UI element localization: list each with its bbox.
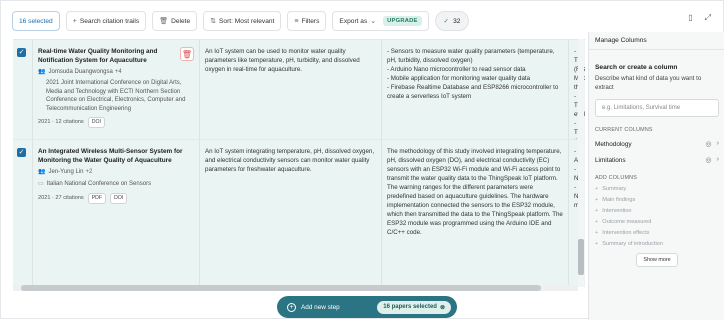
paper-cell: Real-time Water Quality Monitoring and N…: [33, 40, 200, 139]
table-row[interactable]: ✓ An Integrated Wireless Multi-Sensor Sy…: [13, 140, 585, 287]
filter-icon: ≡: [294, 17, 299, 25]
show-more-button[interactable]: Show more: [636, 253, 678, 267]
plus-icon: +: [595, 186, 599, 192]
sort-icon: ⇅: [210, 18, 217, 25]
paper-title[interactable]: An Integrated Wireless Multi-Sensor Syst…: [38, 147, 194, 165]
expand-icon[interactable]: ⤢: [705, 13, 711, 23]
horizontal-scrollbar[interactable]: [13, 285, 578, 291]
trash-icon: 🗑: [159, 18, 169, 25]
window-controls: ▯ ⤢: [688, 13, 711, 23]
row-checkbox[interactable]: ✓: [17, 48, 26, 57]
main-finding-cell: An IoT system integrating temperature, p…: [200, 140, 382, 287]
vertical-scrollbar[interactable]: [578, 39, 584, 287]
authors: 👥 Jomsuda Duangwongsa +4: [38, 69, 122, 75]
bottom-action-bar: + Add new step 16 papers selected ⊗: [277, 296, 457, 318]
plus-circle-icon: +: [287, 302, 296, 312]
current-columns-caption: CURRENT COLUMNS: [595, 127, 653, 133]
panel-title: Manage Columns: [589, 32, 724, 50]
results-count-pill[interactable]: ✓ 32: [434, 11, 470, 31]
column-search-input[interactable]: e.g. Limitations, Survival time: [595, 99, 719, 117]
plus-icon: +: [595, 219, 599, 225]
filters-button[interactable]: ≡ Filters: [287, 11, 327, 31]
settings-icon[interactable]: ◎: [706, 140, 712, 148]
row-checkbox-cell: ✓: [13, 140, 33, 287]
upgrade-badge[interactable]: UPGRADE: [383, 16, 422, 26]
paper-footer: 2021 · 12 citations DOI: [38, 117, 194, 129]
papers-selected-button[interactable]: 16 papers selected ⊗: [377, 300, 451, 314]
vertical-scroll-thumb[interactable]: [578, 239, 584, 275]
add-column-outcome-measured[interactable]: + Outcome measured: [595, 219, 719, 225]
panel-body: Search or create a column Describe what …: [589, 50, 724, 267]
current-column-limitations[interactable]: Limitations ◎ ›: [595, 155, 719, 165]
selected-count-button[interactable]: 16 selected: [12, 11, 60, 31]
table-row[interactable]: ✓ Real-time Water Quality Monitoring and…: [13, 40, 585, 140]
pdf-link[interactable]: PDF: [87, 193, 107, 204]
delete-row-icon[interactable]: 🗑: [180, 47, 194, 61]
people-icon: 👥: [38, 69, 46, 75]
add-column-summary[interactable]: + Summary: [595, 186, 719, 192]
close-circle-icon[interactable]: ⊗: [440, 304, 445, 311]
row-checkbox[interactable]: ✓: [17, 148, 26, 157]
settings-icon[interactable]: ◎: [706, 156, 712, 164]
selected-label: 16 selected: [19, 17, 53, 25]
chevron-right-icon[interactable]: ›: [717, 140, 719, 148]
book-icon: ▭: [38, 181, 44, 187]
methodology-cell: The methodology of this study involved i…: [382, 140, 569, 287]
app-frame: 16 selected + Search citation trails 🗑 D…: [0, 0, 724, 320]
plus-icon: +: [595, 241, 599, 247]
add-column-intervention-effects[interactable]: + Intervention effects: [595, 230, 719, 236]
doi-link[interactable]: DOI: [87, 117, 105, 129]
paper-title[interactable]: Real-time Water Quality Monitoring and N…: [38, 47, 194, 65]
add-new-step-button[interactable]: + Add new step: [287, 302, 340, 312]
panel-toggle-icon[interactable]: ▯: [688, 13, 692, 23]
row-checkbox-cell: ✓: [13, 40, 33, 139]
search-heading: Search or create a column: [595, 64, 678, 71]
results-table: ✓ Real-time Water Quality Monitoring and…: [13, 39, 585, 287]
add-columns-caption: ADD COLUMNS: [595, 175, 638, 181]
people-icon: 👥: [38, 169, 46, 175]
paper-cell: An Integrated Wireless Multi-Sensor Syst…: [33, 140, 200, 287]
toolbar: 16 selected + Search citation trails 🗑 D…: [12, 11, 470, 31]
current-column-methodology[interactable]: Methodology ◎ ›: [595, 139, 719, 149]
publication: 2021 Joint International Conference on D…: [46, 80, 186, 112]
main-finding-cell: An IoT system can be used to monitor wat…: [200, 40, 382, 139]
chevron-down-icon: ⌄: [370, 18, 377, 25]
plus-icon: +: [595, 197, 599, 203]
plus-icon: +: [595, 230, 599, 236]
add-column-summary-of-introduction[interactable]: + Summary of introduction: [595, 241, 719, 247]
plus-icon: +: [72, 17, 77, 25]
delete-button[interactable]: 🗑 Delete: [152, 11, 198, 31]
search-description: Describe what kind of data you want to e…: [595, 75, 702, 91]
check-icon: ✓: [443, 18, 450, 25]
methodology-cell: - Sensors to measure water quality param…: [382, 40, 569, 139]
horizontal-scroll-thumb[interactable]: [21, 285, 541, 291]
publication: ▭ Italian National Conference on Sensors: [38, 181, 152, 187]
add-column-intervention[interactable]: + Intervention: [595, 208, 719, 214]
sort-button[interactable]: ⇅ Sort: Most relevant: [203, 11, 282, 31]
paper-footer: 2021 · 27 citations PDF DOI: [38, 193, 194, 204]
add-column-main-findings[interactable]: + Main findings: [595, 197, 719, 203]
export-button[interactable]: Export as ⌄ UPGRADE: [332, 11, 429, 31]
search-citation-trails-button[interactable]: + Search citation trails: [65, 11, 147, 31]
doi-link[interactable]: DOI: [110, 193, 128, 204]
plus-icon: +: [595, 208, 599, 214]
chevron-right-icon[interactable]: ›: [717, 156, 719, 164]
authors: 👥 Jen-Yung Lin +2: [38, 169, 93, 175]
manage-columns-panel: Manage Columns Search or create a column…: [588, 32, 724, 320]
